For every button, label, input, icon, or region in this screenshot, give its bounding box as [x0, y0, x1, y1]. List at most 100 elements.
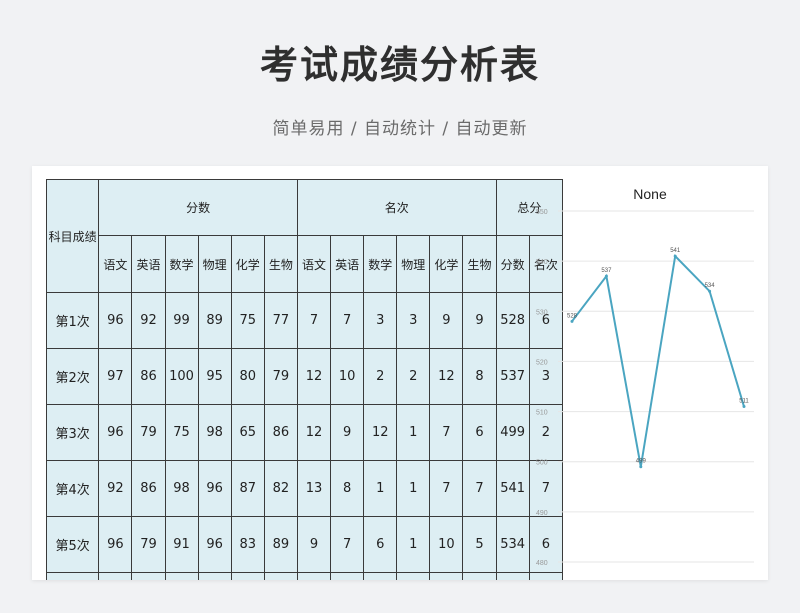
data-point[interactable]: [639, 465, 643, 469]
score-cell[interactable]: 79: [263, 348, 298, 405]
page-title: 考试成绩分析表: [259, 43, 540, 87]
rank-cell[interactable]: 3: [396, 292, 431, 349]
rank-cell[interactable]: 9: [330, 404, 365, 461]
rank-cell[interactable]: 7: [429, 404, 464, 461]
rank-cell[interactable]: 1: [396, 516, 431, 573]
score-cell[interactable]: 98: [164, 460, 199, 517]
score-cell[interactable]: 92: [98, 460, 133, 517]
rank-cell[interactable]: 9: [462, 292, 497, 349]
data-point[interactable]: [742, 405, 746, 409]
rank-cell[interactable]: 1: [396, 404, 431, 461]
data-point[interactable]: [708, 289, 712, 293]
exam-label: 第2次: [45, 348, 100, 405]
rank-cell[interactable]: 9: [429, 292, 464, 349]
score-cell[interactable]: 86: [263, 404, 298, 461]
table-row: 第4次 92 86 98 96 87 82 13 8 1 1 7 7 541 7: [45, 460, 564, 517]
rank-cell[interactable]: 12: [363, 404, 398, 461]
score-cell[interactable]: 80: [230, 348, 265, 405]
rank-cell[interactable]: 12: [296, 348, 332, 405]
score-cell[interactable]: [131, 572, 166, 580]
rank-cell[interactable]: [330, 572, 365, 580]
rank-cell[interactable]: 9: [296, 516, 332, 573]
rank-cell[interactable]: 8: [462, 348, 497, 405]
score-cell[interactable]: 75: [230, 292, 265, 349]
rank-subject-header: 语文: [296, 235, 332, 293]
rank-subject-header: 数学: [363, 235, 398, 293]
total-score-cell[interactable]: 528: [495, 292, 530, 349]
rank-cell[interactable]: 1: [396, 460, 431, 517]
rank-cell[interactable]: 13: [296, 460, 332, 517]
rank-cell[interactable]: 8: [330, 460, 365, 517]
rank-cell[interactable]: 1: [363, 460, 398, 517]
score-cell[interactable]: 95: [197, 348, 232, 405]
data-label: 537: [601, 268, 612, 274]
rank-cell[interactable]: 7: [330, 516, 365, 573]
score-cell[interactable]: [98, 572, 133, 580]
score-cell[interactable]: 96: [98, 292, 133, 349]
data-label: 511: [739, 399, 749, 405]
report-card: 科目成绩 分数 名次 总分 语文 英语 数学 物理 化学 生物 语文 英语 数学 物理 化学 生物 分数 名次 第1…: [32, 166, 768, 580]
score-cell[interactable]: 92: [131, 292, 166, 349]
score-cell[interactable]: 79: [131, 404, 166, 461]
score-cell[interactable]: 98: [197, 404, 232, 461]
score-cell[interactable]: 86: [131, 460, 166, 517]
y-tick-label: 550: [536, 209, 548, 216]
score-cell[interactable]: [164, 572, 199, 580]
rank-subject-header: 化学: [429, 235, 464, 293]
total-score-cell[interactable]: [495, 572, 530, 580]
rank-cell[interactable]: 2: [363, 348, 398, 405]
rank-cell[interactable]: [396, 572, 431, 580]
rank-cell[interactable]: 7: [296, 292, 332, 349]
score-cell[interactable]: [230, 572, 265, 580]
rank-cell[interactable]: [462, 572, 497, 580]
rank-cell[interactable]: 5: [462, 516, 497, 573]
rank-cell[interactable]: 2: [396, 348, 431, 405]
rank-cell[interactable]: 7: [462, 460, 497, 517]
score-cell[interactable]: 89: [197, 292, 232, 349]
score-cell[interactable]: 96: [98, 404, 133, 461]
rank-cell[interactable]: 3: [363, 292, 398, 349]
rank-cell[interactable]: [296, 572, 332, 580]
exam-label: 第6次: [45, 572, 100, 580]
score-cell[interactable]: 99: [164, 292, 199, 349]
score-cell[interactable]: 87: [230, 460, 265, 517]
score-cell[interactable]: 75: [164, 404, 199, 461]
rank-cell[interactable]: 12: [429, 348, 464, 405]
rank-cell[interactable]: 6: [462, 404, 497, 461]
data-point[interactable]: [570, 319, 574, 323]
score-cell[interactable]: 97: [98, 348, 133, 405]
score-cell[interactable]: 96: [197, 460, 232, 517]
rank-cell[interactable]: 10: [330, 348, 365, 405]
total-score-cell[interactable]: 499: [495, 404, 530, 461]
score-cell[interactable]: 91: [164, 516, 199, 573]
total-score-cell[interactable]: 537: [495, 348, 530, 405]
score-cell[interactable]: 65: [230, 404, 265, 461]
rank-cell[interactable]: [363, 572, 398, 580]
score-cell[interactable]: 83: [230, 516, 265, 573]
score-cell[interactable]: [197, 572, 232, 580]
rank-cell[interactable]: 12: [296, 404, 332, 461]
score-cell[interactable]: [263, 572, 298, 580]
total-score-cell[interactable]: 541: [495, 460, 530, 517]
rank-cell[interactable]: [429, 572, 464, 580]
score-subject-header: 英语: [131, 235, 166, 293]
data-point[interactable]: [604, 274, 608, 278]
total-score-cell[interactable]: 534: [495, 516, 530, 573]
y-tick-label: 480: [536, 560, 548, 567]
group-header-score: 分数: [98, 179, 298, 236]
score-cell[interactable]: 77: [263, 292, 298, 349]
score-cell[interactable]: 86: [131, 348, 166, 405]
score-cell[interactable]: 96: [197, 516, 232, 573]
rank-cell[interactable]: 7: [429, 460, 464, 517]
rank-cell[interactable]: 6: [363, 516, 398, 573]
rank-cell[interactable]: 10: [429, 516, 464, 573]
score-cell[interactable]: 79: [131, 516, 166, 573]
table-row: 第1次 96 92 99 89 75 77 7 7 3 3 9 9 528 6: [45, 292, 564, 349]
data-point[interactable]: [673, 254, 677, 258]
rank-cell[interactable]: 7: [330, 292, 365, 349]
score-cell[interactable]: 96: [98, 516, 133, 573]
y-tick-label: 510: [536, 410, 548, 417]
score-cell[interactable]: 89: [263, 516, 298, 573]
score-cell[interactable]: 100: [164, 348, 199, 405]
score-cell[interactable]: 82: [263, 460, 298, 517]
